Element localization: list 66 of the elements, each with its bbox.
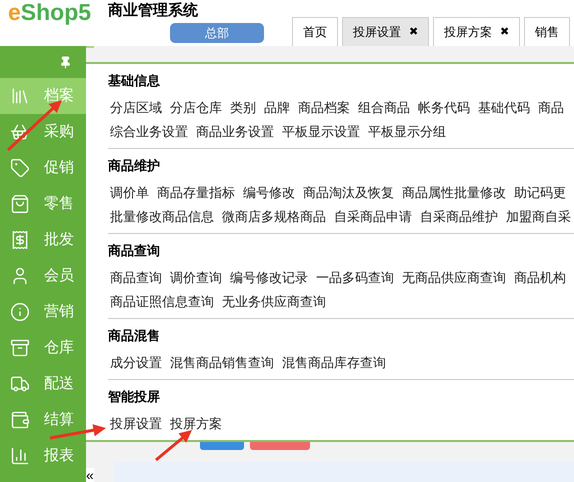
menu-link[interactable]: 商品查询 xyxy=(110,270,162,286)
menu-link[interactable]: 一品多码查询 xyxy=(316,270,394,286)
row-button[interactable] xyxy=(200,442,244,450)
menu-link[interactable]: 综合业务设置 xyxy=(110,124,188,140)
menu-link[interactable]: 平板显示分组 xyxy=(368,124,446,140)
menu-link[interactable]: 成分设置 xyxy=(110,355,162,371)
menu-link[interactable]: 投屏设置 xyxy=(110,416,162,432)
menu-link[interactable]: 编号修改记录 xyxy=(230,270,308,286)
menu-link[interactable]: 基础代码 xyxy=(478,100,530,116)
menu-link[interactable]: 商品属性批量修改 xyxy=(402,185,506,201)
app-title: 商业管理系统 xyxy=(108,2,199,20)
tab[interactable]: 首页 xyxy=(292,17,338,46)
pin-icon[interactable] xyxy=(59,56,72,68)
menu-link[interactable]: 类别 xyxy=(230,100,256,116)
box-icon xyxy=(10,338,30,358)
annotation-arrow xyxy=(155,430,192,462)
menu-link[interactable]: 商品机构 xyxy=(514,270,566,286)
menu-link[interactable]: 商品档案 xyxy=(298,100,350,116)
menu-link[interactable]: 批量修改商品信息 xyxy=(110,209,214,225)
menu-link[interactable]: 调价查询 xyxy=(170,270,222,286)
menu-link[interactable]: 无商品供应商查询 xyxy=(402,270,506,286)
section-title: 商品维护 xyxy=(108,157,161,175)
binders-icon xyxy=(10,86,30,106)
section-title: 智能投屏 xyxy=(108,388,161,406)
receipt-icon xyxy=(10,230,30,250)
section-title: 商品查询 xyxy=(108,242,161,260)
menu-link[interactable]: 微商店多规格商品 xyxy=(222,209,326,225)
menu-link[interactable]: 平板显示设置 xyxy=(282,124,360,140)
row-button[interactable] xyxy=(250,442,310,450)
menu-link[interactable]: 商品淘汰及恢复 xyxy=(303,185,394,201)
menu-link[interactable]: 分店区域 xyxy=(110,100,162,116)
menu-link[interactable]: 商品 xyxy=(538,100,564,116)
menu-link[interactable]: 品牌 xyxy=(264,100,290,116)
menu-link[interactable]: 帐务代码 xyxy=(418,100,470,116)
menu-link[interactable]: 无业务供应商查询 xyxy=(222,294,326,310)
bag-icon xyxy=(10,194,30,214)
menu-link[interactable]: 助记码更 xyxy=(514,185,566,201)
truck-icon xyxy=(10,374,30,394)
menu-link[interactable]: 自采商品申请 xyxy=(334,209,412,225)
logo: eShop5 xyxy=(7,0,92,27)
tab[interactable]: 销售 xyxy=(524,17,570,46)
menu-link[interactable]: 混售商品销售查询 xyxy=(170,355,274,371)
menu-link[interactable]: 商品业务设置 xyxy=(196,124,274,140)
wallet-icon xyxy=(10,410,30,430)
menu-link[interactable]: 加盟商自采 xyxy=(506,209,571,225)
menu-link[interactable]: 组合商品 xyxy=(358,100,410,116)
menu-link[interactable]: 商品存量指标 xyxy=(157,185,235,201)
info-icon xyxy=(10,302,30,322)
section-title: 基础信息 xyxy=(108,72,161,90)
tag-icon xyxy=(10,158,30,178)
section-title: 商品混售 xyxy=(108,327,161,345)
menu-link[interactable]: 自采商品维护 xyxy=(420,209,498,225)
menu-link[interactable]: 分店仓库 xyxy=(170,100,222,116)
annotation-arrow xyxy=(50,424,106,440)
menu-link[interactable]: 混售商品库存查询 xyxy=(282,355,386,371)
menu-link[interactable]: 商品证照信息查询 xyxy=(110,294,214,310)
collapse-button[interactable]: « xyxy=(86,468,94,482)
menu-link[interactable]: 调价单 xyxy=(110,185,149,201)
close-icon[interactable]: ✖ xyxy=(409,24,418,40)
menu-link[interactable]: 编号修改 xyxy=(243,185,295,201)
close-icon[interactable]: ✖ xyxy=(500,24,509,40)
tab[interactable]: 投屏方案 ✖ xyxy=(433,17,520,46)
bar-chart-icon xyxy=(10,446,30,466)
tab[interactable]: 投屏设置 ✖ xyxy=(342,17,429,46)
menu-link[interactable]: 投屏方案 xyxy=(170,416,222,432)
basket-icon xyxy=(10,122,30,142)
